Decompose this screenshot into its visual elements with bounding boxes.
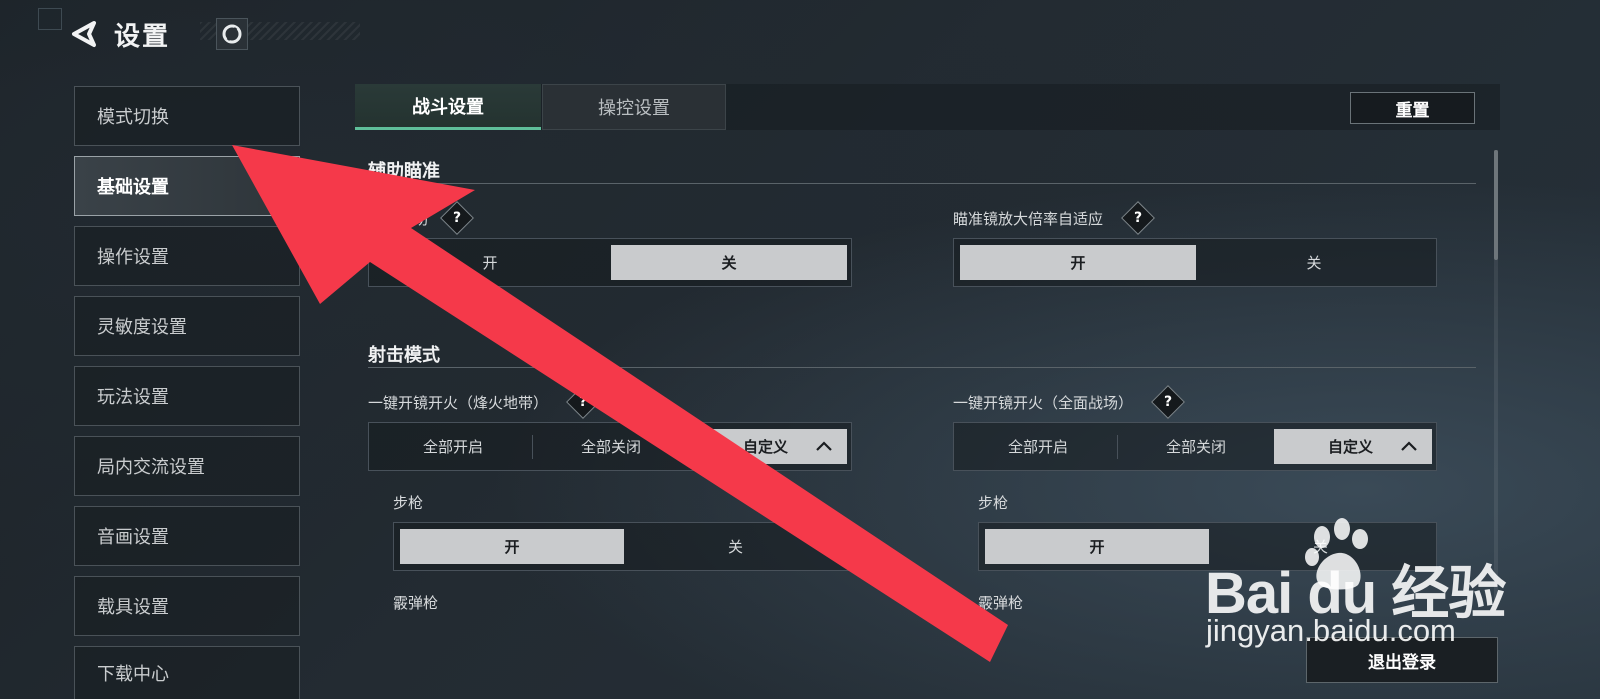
aim-assist-on-option[interactable]: 开	[375, 245, 605, 280]
scope-adapt-toggle: 开 关	[953, 238, 1437, 287]
fire-right-shotgun-label: 霰弹枪	[978, 594, 1024, 612]
corner-decoration	[38, 8, 62, 30]
tab-label: 操控设置	[598, 98, 670, 119]
fire-right-segmented: 全部开启 全部关闭 自定义	[953, 422, 1437, 471]
page-title: 设置	[114, 22, 171, 52]
sidebar-item-operation-settings[interactable]: 操作设置	[74, 226, 300, 286]
section-divider	[368, 183, 1476, 184]
fire-right-rifle-on-option[interactable]: 开	[985, 529, 1209, 564]
sidebar-item-sensitivity-settings[interactable]: 灵敏度设置	[74, 296, 300, 356]
scrollbar-thumb[interactable]	[1494, 150, 1498, 260]
fire-left-rifle-toggle: 开 关	[393, 522, 852, 571]
sidebar-item-gameplay-settings[interactable]: 玩法设置	[74, 366, 300, 426]
section-divider	[368, 367, 1476, 368]
scope-adapt-on-option[interactable]: 开	[960, 245, 1196, 280]
reset-button[interactable]: 重置	[1350, 92, 1475, 124]
sidebar-item-label: 基础设置	[97, 177, 169, 198]
sidebar-item-label: 局内交流设置	[97, 457, 205, 478]
tab-label: 战斗设置	[412, 96, 484, 118]
fire-right-label: 一键开镜开火（全面战场）	[953, 394, 1134, 412]
sidebar-item-label: 灵敏度设置	[97, 317, 187, 338]
fire-right-help-icon[interactable]: ?	[1151, 385, 1185, 419]
sidebar-item-label: 载具设置	[97, 597, 169, 618]
chevron-up-icon	[1401, 441, 1417, 451]
sidebar-item-vehicle-settings[interactable]: 载具设置	[74, 576, 300, 636]
section-title-aim-assist: 辅助瞄准	[368, 161, 440, 182]
fire-right-all-on-option[interactable]: 全部开启	[960, 429, 1116, 464]
game-logo-icon	[216, 18, 248, 50]
section-title-fire-mode: 射击模式	[368, 345, 440, 366]
sidebar-item-label: 模式切换	[97, 107, 169, 128]
scope-adapt-label: 瞄准镜放大倍率自适应	[953, 210, 1104, 228]
sidebar-item-basic-settings[interactable]: 基础设置	[74, 156, 300, 216]
aim-assist-label: 瞄准辅助	[368, 210, 429, 228]
fire-left-rifle-off-option[interactable]: 关	[624, 529, 847, 564]
scope-adapt-off-option[interactable]: 关	[1196, 245, 1432, 280]
tab-battle-settings[interactable]: 战斗设置	[355, 84, 541, 130]
sidebar-item-download-center[interactable]: 下载中心	[74, 646, 300, 699]
fire-right-all-off-option[interactable]: 全部关闭	[1118, 429, 1274, 464]
fire-left-label: 一键开镜开火（烽火地带）	[368, 394, 549, 412]
aim-assist-off-option[interactable]: 关	[611, 245, 847, 280]
sidebar-item-label: 操作设置	[97, 247, 169, 268]
fire-left-segmented: 全部开启 全部关闭 自定义	[368, 422, 852, 471]
aim-assist-toggle: 开 关	[368, 238, 852, 287]
fire-left-all-off-option[interactable]: 全部关闭	[533, 429, 689, 464]
back-button[interactable]	[66, 18, 100, 50]
sidebar-item-label: 下载中心	[97, 664, 169, 685]
fire-right-rifle-label: 步枪	[978, 494, 1009, 512]
fire-left-help-icon[interactable]: ?	[566, 385, 600, 419]
fire-right-custom-label: 自定义	[1328, 438, 1374, 456]
fire-left-custom-option[interactable]: 自定义	[691, 429, 847, 464]
watermark-url: jingyan.baidu.com	[1206, 613, 1456, 648]
sidebar-item-audio-video-settings[interactable]: 音画设置	[74, 506, 300, 566]
fire-left-all-on-option[interactable]: 全部开启	[375, 429, 531, 464]
fire-left-custom-label: 自定义	[743, 438, 789, 456]
chevron-up-icon	[816, 441, 832, 451]
sidebar-item-mode-switch[interactable]: 模式切换	[74, 86, 300, 146]
aim-assist-help-icon[interactable]: ?	[440, 201, 474, 235]
fire-left-shotgun-label: 霰弹枪	[393, 594, 439, 612]
tab-control-settings[interactable]: 操控设置	[542, 84, 726, 130]
sidebar-item-communication-settings[interactable]: 局内交流设置	[74, 436, 300, 496]
sidebar-item-label: 音画设置	[97, 527, 169, 548]
back-arrow-icon	[72, 21, 96, 47]
fire-right-custom-option[interactable]: 自定义	[1274, 429, 1432, 464]
fire-left-rifle-on-option[interactable]: 开	[400, 529, 624, 564]
fire-left-rifle-label: 步枪	[393, 494, 424, 512]
annotation-arrow-shape	[232, 145, 1008, 662]
scope-adapt-help-icon[interactable]: ?	[1121, 201, 1155, 235]
sidebar-item-label: 玩法设置	[97, 387, 169, 408]
